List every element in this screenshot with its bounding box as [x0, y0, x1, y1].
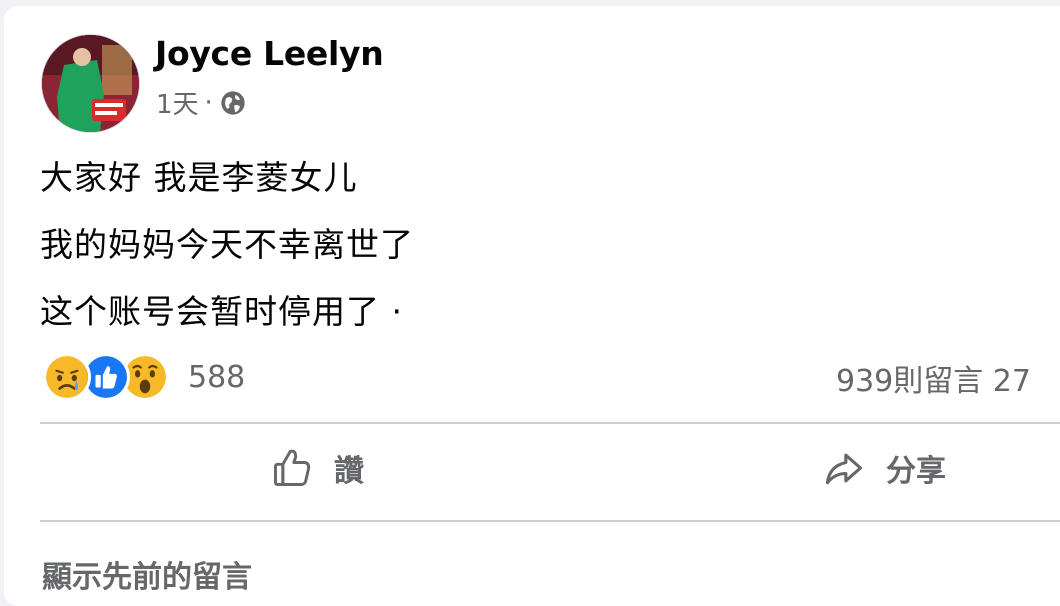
divider — [40, 422, 1060, 424]
author-name[interactable]: Joyce Leelyn — [155, 34, 384, 73]
author-avatar[interactable] — [41, 34, 140, 133]
divider — [40, 520, 1060, 522]
post-meta: 1天 · — [156, 84, 247, 121]
share-label: 分享 — [886, 454, 946, 489]
share-button[interactable]: 分享 — [822, 446, 946, 490]
post-card: Joyce Leelyn 1天 · 大家好 我是李菱女儿 我的妈妈今天不幸离世了… — [4, 6, 1060, 606]
post-time[interactable]: 1天 — [156, 84, 199, 121]
like-label: 讚 — [334, 454, 364, 489]
avatar-photo — [42, 35, 139, 132]
reactions-summary[interactable]: 588 — [43, 353, 245, 401]
show-previous-comments-link[interactable]: 顯示先前的留言 — [42, 552, 252, 596]
share-arrow-icon — [825, 453, 863, 485]
post-text-line: 大家好 我是李菱女儿 — [40, 158, 358, 197]
sad-reaction-icon — [43, 353, 91, 401]
reaction-count: 588 — [188, 359, 246, 395]
globe-icon[interactable] — [219, 89, 247, 117]
post-text-line: 我的妈妈今天不幸离世了 — [40, 225, 414, 264]
like-button[interactable]: 讚 — [270, 446, 364, 490]
thumbs-up-icon — [274, 449, 311, 486]
meta-separator: · — [204, 87, 213, 118]
post-text-line: 这个账号会暂时停用了 · — [40, 292, 403, 331]
comments-shares-count[interactable]: 939則留言 27 — [836, 356, 1031, 400]
